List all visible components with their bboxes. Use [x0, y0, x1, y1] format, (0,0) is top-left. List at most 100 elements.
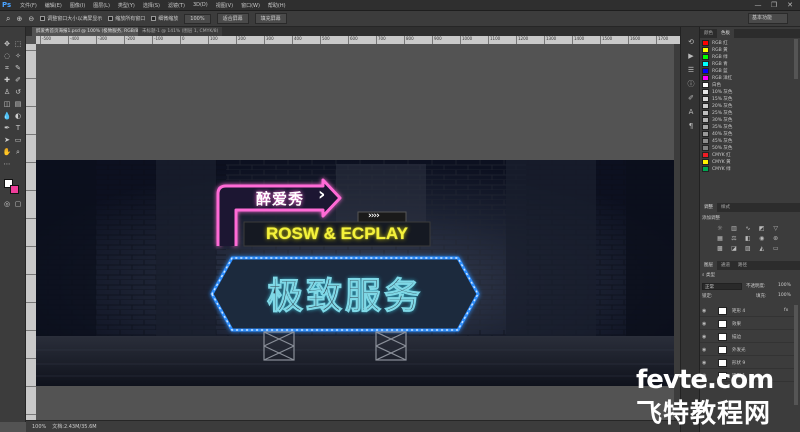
swatch-item[interactable]: 15% 灰色	[702, 95, 788, 102]
photo-filter-icon[interactable]: ◉	[758, 235, 766, 243]
tab-adjustments[interactable]: 调整	[700, 203, 717, 212]
quick-mask-icon[interactable]: ◎	[2, 199, 12, 209]
path-selection-tool-icon[interactable]: ➤	[2, 135, 12, 145]
visibility-eye-icon[interactable]: ◉	[702, 308, 706, 314]
swatch-item[interactable]: RGB 红	[702, 39, 788, 46]
layer-row[interactable]: ◉ 描边	[700, 331, 798, 343]
hue-saturation-icon[interactable]: ▦	[716, 235, 724, 243]
zoom-in-icon[interactable]: ⊕	[16, 15, 22, 23]
color-balance-icon[interactable]: ⚖	[730, 235, 738, 243]
history-panel-icon[interactable]: ⟲	[686, 37, 696, 47]
gradient-tool-icon[interactable]: ▤	[13, 99, 23, 109]
tab-swatches[interactable]: 色板	[717, 29, 734, 38]
tab-layers[interactable]: 图层	[700, 261, 717, 270]
swatch-item[interactable]: 25% 灰色	[702, 109, 788, 116]
menu-select[interactable]: 选择(S)	[139, 2, 164, 9]
swatch-item[interactable]: 35% 灰色	[702, 123, 788, 130]
second-document-tab[interactable]: 未标题-1 @ 141% (图层 1, CMYK/8)	[138, 27, 223, 36]
visibility-eye-icon[interactable]: ◉	[702, 334, 706, 340]
eyedropper-tool-icon[interactable]: ✎	[13, 63, 23, 73]
swatch-item[interactable]: RGB 绿	[702, 53, 788, 60]
menu-view[interactable]: 视图(V)	[212, 2, 237, 9]
blur-tool-icon[interactable]: 💧	[2, 111, 12, 121]
swatches-scrollbar[interactable]	[794, 39, 798, 79]
pen-tool-icon[interactable]: ✒	[2, 123, 12, 133]
visibility-eye-icon[interactable]: ◉	[702, 321, 706, 327]
hand-tool-icon[interactable]: ✋	[2, 147, 12, 157]
menu-file[interactable]: 文件(F)	[16, 2, 41, 9]
layer-row[interactable]: ◉ 外发光	[700, 344, 798, 356]
dodge-tool-icon[interactable]: ◐	[13, 111, 23, 121]
menu-help[interactable]: 帮助(H)	[264, 2, 290, 9]
zoom-tool-icon[interactable]: ⌕	[6, 14, 10, 24]
canvas-area[interactable]: 醉爱秀 › ›››› ROSW & ECPLAY 极致服务	[36, 44, 680, 420]
brightness-icon[interactable]: ☼	[716, 225, 724, 233]
threshold-icon[interactable]: ◭	[758, 245, 766, 253]
info-panel-icon[interactable]: ⓘ	[686, 79, 696, 89]
healing-brush-tool-icon[interactable]: ✚	[2, 75, 12, 85]
channel-mixer-icon[interactable]: ⊛	[772, 235, 780, 243]
swatch-item[interactable]: RGB 青	[702, 60, 788, 67]
tab-paths[interactable]: 路径	[734, 261, 751, 270]
posterize-icon[interactable]: ▨	[744, 245, 752, 253]
gradient-map-icon[interactable]: ▭	[772, 245, 780, 253]
layer-row[interactable]: ◉ 效果	[700, 318, 798, 330]
visibility-eye-icon[interactable]: ◉	[702, 347, 706, 353]
layer-row[interactable]: ◉ 矩形 4 fx	[700, 305, 798, 317]
zoom-tool-icon[interactable]: ⌕	[13, 147, 23, 157]
fit-screen-button[interactable]: 适合屏幕	[216, 13, 249, 24]
swatch-item[interactable]: 50% 灰色	[702, 144, 788, 151]
paragraph-panel-icon[interactable]: ¶	[686, 121, 696, 131]
curves-icon[interactable]: ∿	[744, 225, 752, 233]
brush-panel-icon[interactable]: ✐	[686, 93, 696, 103]
zoom-100-button[interactable]: 100%	[184, 13, 211, 24]
character-panel-icon[interactable]: A	[686, 107, 696, 117]
type-tool-icon[interactable]: T	[13, 123, 23, 133]
crop-tool-icon[interactable]: ⌗	[2, 63, 12, 73]
clone-stamp-tool-icon[interactable]: ♙	[2, 87, 12, 97]
menu-filter[interactable]: 滤镜(T)	[164, 2, 189, 9]
eraser-tool-icon[interactable]: ◫	[2, 99, 12, 109]
color-lookup-icon[interactable]: ▩	[716, 245, 724, 253]
swatch-item[interactable]: 40% 灰色	[702, 130, 788, 137]
vibrance-icon[interactable]: ▽	[772, 225, 780, 233]
opacity-value[interactable]: 100%	[778, 283, 791, 288]
swatch-item[interactable]: RGB 洋红	[702, 74, 788, 81]
menu-layer[interactable]: 图层(L)	[89, 2, 114, 9]
lasso-tool-icon[interactable]: ◌	[2, 51, 12, 61]
zoom-out-icon[interactable]: ⊖	[28, 15, 34, 23]
swatch-item[interactable]: CMYK 黄	[702, 158, 788, 165]
swatch-item[interactable]: 白色	[702, 81, 788, 88]
black-white-icon[interactable]: ◧	[744, 235, 752, 243]
exposure-icon[interactable]: ◩	[758, 225, 766, 233]
close-button[interactable]: ✕	[782, 0, 798, 11]
move-tool-icon[interactable]: ✥	[2, 39, 12, 49]
swatch-item[interactable]: 20% 灰色	[702, 102, 788, 109]
shape-tool-icon[interactable]: ▭	[13, 135, 23, 145]
tab-color[interactable]: 颜色	[700, 29, 717, 38]
menu-window[interactable]: 窗口(W)	[237, 2, 264, 9]
history-brush-tool-icon[interactable]: ↺	[13, 87, 23, 97]
actions-panel-icon[interactable]: ▶	[686, 51, 696, 61]
menu-type[interactable]: 类型(Y)	[114, 2, 139, 9]
properties-panel-icon[interactable]: ☰	[686, 65, 696, 75]
tab-channels[interactable]: 通道	[717, 261, 734, 270]
swatch-item[interactable]: CMYK 红	[702, 151, 788, 158]
zoom-all-checkbox[interactable]: 缩放所有窗口	[108, 15, 145, 22]
invert-icon[interactable]: ◪	[730, 245, 738, 253]
magic-wand-tool-icon[interactable]: ✧	[13, 51, 23, 61]
marquee-tool-icon[interactable]: ⬚	[13, 39, 23, 49]
menu-image[interactable]: 图像(I)	[66, 2, 89, 9]
swatch-item[interactable]: 45% 灰色	[702, 137, 788, 144]
background-color-swatch[interactable]	[10, 185, 19, 194]
tab-styles[interactable]: 样式	[717, 203, 734, 212]
swatch-item[interactable]: 10% 灰色	[702, 88, 788, 95]
artboard[interactable]: 醉爱秀 › ›››› ROSW & ECPLAY 极致服务	[36, 160, 680, 386]
levels-icon[interactable]: ▥	[730, 225, 738, 233]
document-tab[interactable]: 醉爱秀首页海报1.psd @ 100% (极致服务, RGB/8) *×	[32, 27, 155, 36]
zoom-level[interactable]: 100%	[32, 424, 46, 430]
swatch-item[interactable]: CMYK 绿	[702, 165, 788, 172]
fill-screen-button[interactable]: 填充屏幕	[254, 13, 287, 24]
swatch-item[interactable]: RGB 黄	[702, 46, 788, 53]
layer-filter-kind[interactable]: ⌕ 类型	[702, 272, 715, 278]
